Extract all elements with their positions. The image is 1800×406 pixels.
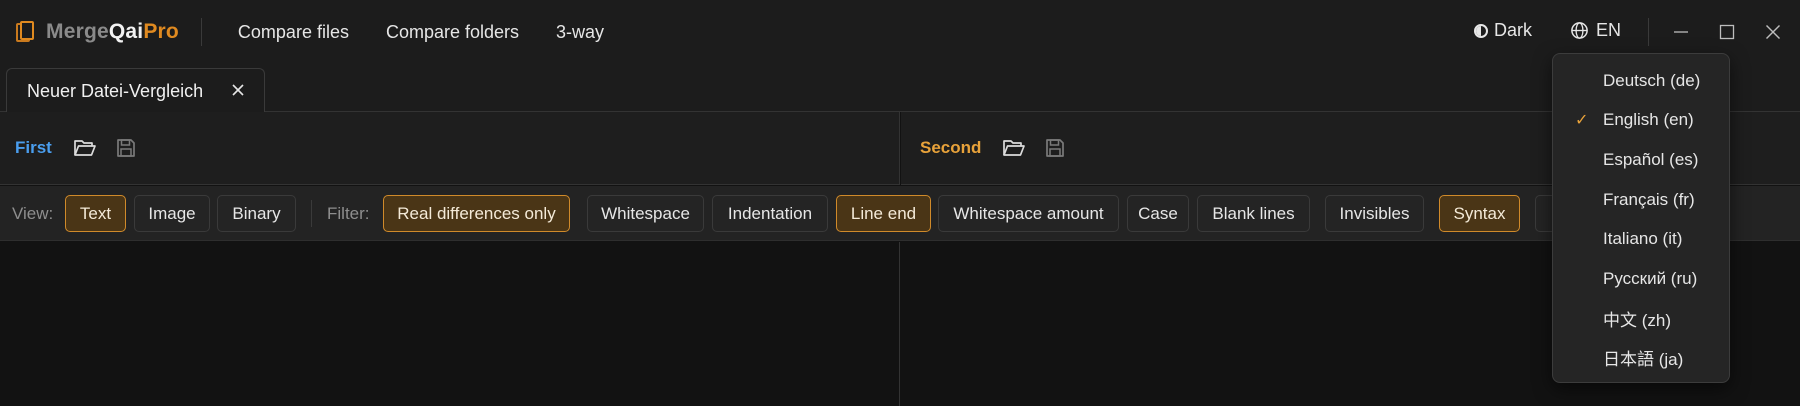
save-second-file-button[interactable] (1042, 135, 1068, 161)
save-icon (116, 139, 135, 157)
language-option-en[interactable]: ✓ English (en) (1553, 100, 1729, 140)
folder-open-icon (1003, 140, 1026, 156)
nav-three-way[interactable]: 3-way (556, 22, 604, 43)
open-second-file-button[interactable] (1001, 135, 1027, 161)
view-image-button[interactable]: Image (134, 195, 210, 232)
save-first-file-button[interactable] (113, 135, 139, 161)
language-option-ru[interactable]: Русский (ru) (1553, 259, 1729, 299)
language-label: EN (1596, 20, 1622, 40)
window-controls-divider (1648, 18, 1649, 46)
title-bar: MergeQaiPro Compare files Compare folder… (0, 0, 1800, 64)
minimize-icon (1674, 31, 1688, 33)
language-option-fr[interactable]: Français (fr) (1553, 180, 1729, 220)
tab-strip: Neuer Datei-Vergleich (0, 64, 1800, 113)
app-logo-icon (16, 21, 34, 43)
tab-new-file-compare[interactable]: Neuer Datei-Vergleich (6, 68, 265, 113)
view-label: View: (12, 204, 54, 223)
language-option-es[interactable]: Español (es) (1553, 140, 1729, 180)
filter-invisibles-button[interactable]: Invisibles (1325, 195, 1424, 232)
view-text-button[interactable]: Text (65, 195, 126, 232)
language-option-zh[interactable]: 中文 (zh) (1553, 298, 1729, 338)
language-option-it[interactable]: Italiano (it) (1553, 219, 1729, 259)
filter-real-differences-button[interactable]: Real differences only (383, 195, 570, 232)
checkmark-icon: ✓ (1575, 112, 1589, 129)
app-name: MergeQaiPro (46, 20, 179, 43)
filter-syntax-button[interactable]: Syntax (1439, 195, 1520, 232)
open-first-file-button[interactable] (72, 135, 98, 161)
first-pane-header: First (0, 112, 900, 185)
close-window-button[interactable] (1757, 16, 1789, 48)
theme-toggle-button[interactable]: Dark (1474, 20, 1532, 41)
first-pane-title: First (15, 138, 52, 157)
filter-blank-lines-button[interactable]: Blank lines (1197, 195, 1310, 232)
language-option-de[interactable]: Deutsch (de) (1553, 61, 1729, 101)
language-button[interactable]: EN (1570, 20, 1621, 41)
options-bar: View: Text Image Binary Filter: Real dif… (0, 186, 1800, 241)
contrast-icon (1474, 23, 1488, 38)
language-option-ja[interactable]: 日本語 (ja) (1553, 337, 1729, 377)
options-divider (311, 200, 312, 227)
second-pane-title: Second (920, 138, 982, 157)
tab-label: Neuer Datei-Vergleich (27, 80, 204, 101)
save-icon (1046, 139, 1065, 157)
view-binary-button[interactable]: Binary (217, 195, 296, 232)
filter-whitespace-amount-button[interactable]: Whitespace amount (938, 195, 1119, 232)
minimize-button[interactable] (1665, 16, 1697, 48)
close-icon (1766, 25, 1780, 39)
brand: MergeQaiPro (16, 0, 179, 64)
theme-label: Dark (1494, 20, 1533, 40)
nav-compare-files[interactable]: Compare files (238, 22, 349, 43)
language-dropdown-menu: Deutsch (de) ✓ English (en) Español (es)… (1552, 53, 1730, 383)
maximize-button[interactable] (1711, 16, 1743, 48)
filter-indentation-button[interactable]: Indentation (712, 195, 828, 232)
nav-compare-folders[interactable]: Compare folders (386, 22, 519, 43)
close-tab-icon[interactable] (229, 81, 247, 99)
maximize-icon (1719, 24, 1735, 40)
first-pane-content[interactable] (0, 242, 900, 406)
filter-label: Filter: (327, 204, 370, 223)
filter-case-button[interactable]: Case (1127, 195, 1189, 232)
filter-line-end-button[interactable]: Line end (836, 195, 931, 232)
title-divider (200, 18, 202, 46)
filter-whitespace-button[interactable]: Whitespace (587, 195, 704, 232)
globe-icon (1571, 22, 1588, 39)
folder-open-icon (73, 140, 96, 156)
